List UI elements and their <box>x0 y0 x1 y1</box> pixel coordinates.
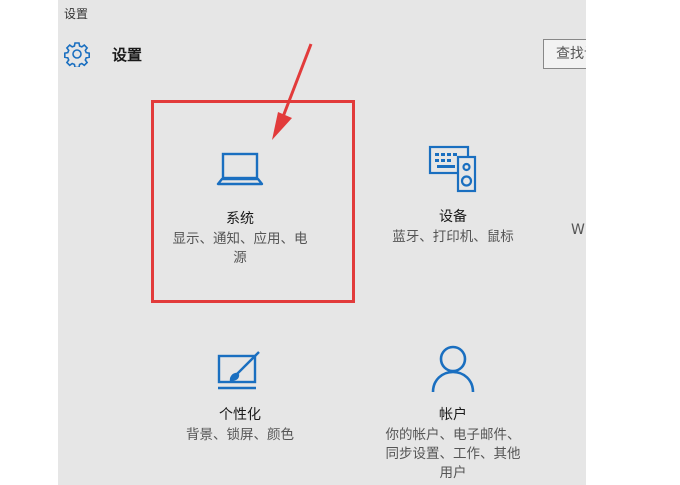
personalization-icon <box>158 348 322 396</box>
tile-devices-name: 设备 <box>439 209 467 225</box>
settings-window: 设置 设置 查找设置 系统 显示、通知、应用、电 源 <box>58 0 586 485</box>
tile-devices-desc: 蓝牙、打印机、鼠标 <box>392 229 514 245</box>
tile-system-name: 系统 <box>226 211 254 227</box>
person-icon <box>370 344 536 398</box>
devices-icon <box>378 144 528 198</box>
laptop-icon <box>158 150 322 194</box>
tile-system-desc: 显示、通知、应用、电 源 <box>158 230 322 268</box>
desc-line: 源 <box>233 250 247 266</box>
desc-line: 同步设置、工作、其他 <box>385 446 521 462</box>
window-title: 设置 <box>64 7 89 21</box>
tile-system[interactable]: 系统 显示、通知、应用、电 源 <box>158 150 322 268</box>
tile-devices[interactable]: 设备 蓝牙、打印机、鼠标 <box>378 144 528 247</box>
tile-personalization-name: 个性化 <box>219 407 261 423</box>
tile-accounts[interactable]: 帐户 你的帐户、电子邮件、 同步设置、工作、其他 用户 <box>370 344 536 483</box>
settings-header: 设置 <box>64 40 143 69</box>
search-input[interactable]: 查找设置 <box>543 39 586 69</box>
desc-line: 显示、通知、应用、电 <box>172 231 308 247</box>
desc-line: 你的帐户、电子邮件、 <box>385 427 521 443</box>
page-title: 设置 <box>112 45 143 64</box>
partial-tile-label: W <box>571 222 585 238</box>
tile-personalization[interactable]: 个性化 背景、锁屏、颜色 <box>158 348 322 445</box>
desc-line: 用户 <box>439 465 467 481</box>
tile-accounts-desc: 你的帐户、电子邮件、 同步设置、工作、其他 用户 <box>370 426 536 483</box>
tile-personalization-desc: 背景、锁屏、颜色 <box>186 427 294 443</box>
gear-icon <box>64 41 90 69</box>
tile-accounts-name: 帐户 <box>439 407 467 423</box>
